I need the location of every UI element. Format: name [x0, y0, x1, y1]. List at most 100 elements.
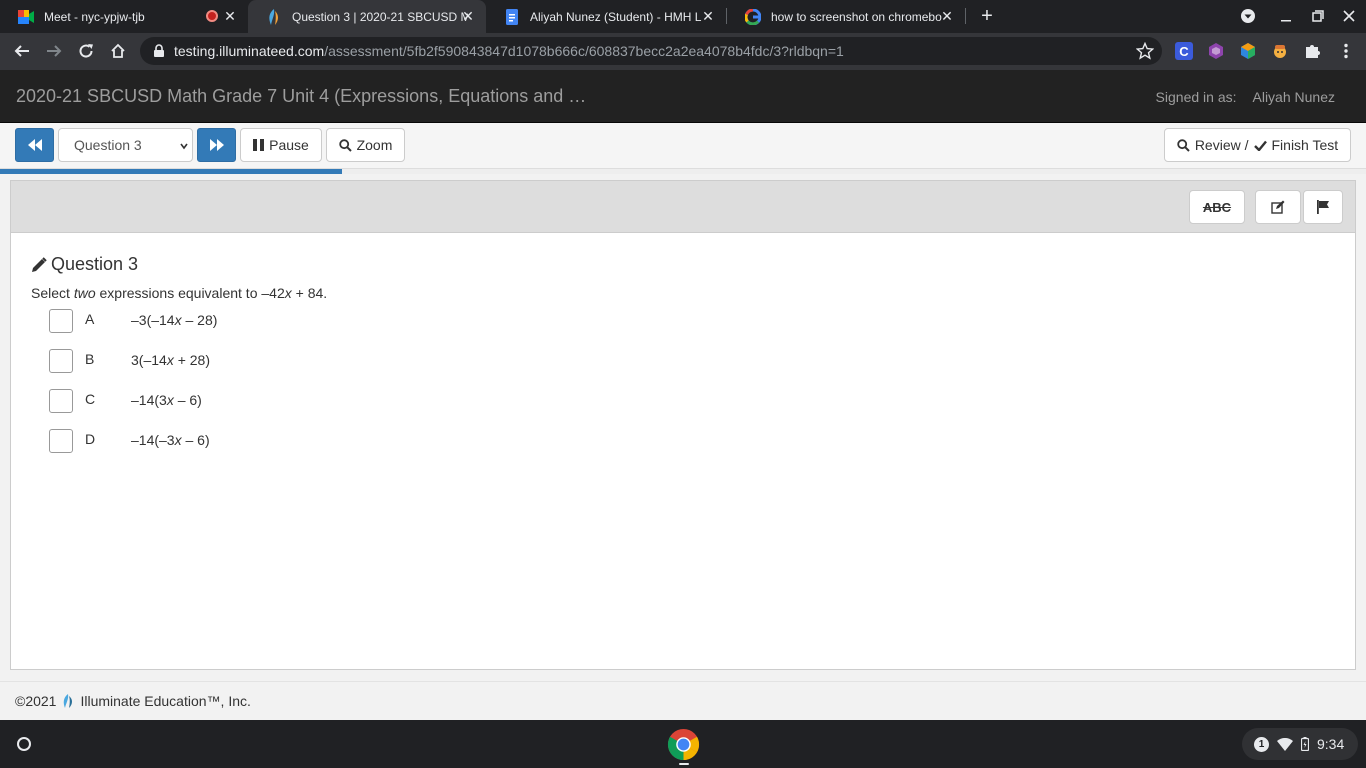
answer-choice-b[interactable]: B 3(–14x + 28) — [49, 349, 449, 375]
tab-meet[interactable]: Meet - nyc-ypjw-tjb ✕ — [0, 0, 248, 33]
search-icon — [1177, 138, 1190, 152]
user-name: Aliyah Nunez — [1252, 89, 1336, 105]
signed-in-info: Signed in as: Aliyah Nunez — [1156, 89, 1335, 105]
flag-question-button[interactable] — [1303, 190, 1343, 224]
app-active-indicator — [679, 763, 689, 765]
review-label: Review / — [1194, 137, 1249, 153]
google-icon — [745, 8, 761, 25]
tab-search-icon[interactable] — [1238, 6, 1258, 26]
choice-letter: D — [85, 431, 96, 447]
tab-title: Question 3 | 2020-21 SBCUSD M — [292, 9, 468, 24]
choice-letter: C — [85, 391, 96, 407]
back-icon[interactable] — [10, 39, 34, 63]
spellcheck-label: ABC — [1202, 199, 1232, 215]
company-name: Illuminate Education™, Inc. — [80, 693, 251, 709]
fast-backward-icon — [27, 139, 42, 151]
bookmark-star-icon[interactable] — [1136, 42, 1154, 60]
zoom-label: Zoom — [356, 137, 393, 153]
previous-question-button[interactable] — [15, 128, 54, 162]
browser-tab-strip: Meet - nyc-ypjw-tjb ✕ Question 3 | 2020-… — [0, 0, 1366, 33]
recording-indicator-icon — [206, 10, 218, 22]
prompt-text: + 84. — [291, 285, 328, 301]
tab-title: Aliyah Nunez (Student) - HMH L — [530, 9, 702, 24]
illuminate-logo-icon — [64, 694, 73, 708]
new-tab-button[interactable]: + — [976, 4, 998, 28]
close-tab-icon[interactable]: ✕ — [700, 8, 716, 24]
svg-text:C: C — [1179, 44, 1189, 59]
signed-in-label: Signed in as: — [1155, 89, 1237, 105]
reload-icon[interactable] — [74, 39, 98, 63]
notepad-button[interactable] — [1255, 190, 1301, 224]
browser-menu-icon[interactable] — [1337, 42, 1355, 60]
url-path: /assessment/5fb2f590843847d1078b666c/608… — [324, 43, 844, 59]
question-heading: Question 3 — [31, 254, 138, 275]
search-icon — [338, 138, 352, 152]
launcher-icon[interactable] — [17, 737, 31, 751]
google-docs-icon — [504, 8, 520, 25]
prompt-text: Select — [31, 285, 74, 301]
assessment-title: 2020-21 SBCUSD Math Grade 7 Unit 4 (Expr… — [16, 86, 587, 106]
zoom-button[interactable]: Zoom — [326, 128, 405, 162]
chrome-app-icon[interactable] — [667, 728, 700, 761]
restore-icon[interactable] — [1308, 6, 1328, 26]
close-tab-icon[interactable]: ✕ — [222, 8, 238, 24]
tab-title: how to screenshot on chromebo — [771, 9, 942, 24]
checkbox[interactable] — [49, 349, 73, 373]
answer-choice-c[interactable]: C –14(3x – 6) — [49, 389, 449, 415]
status-tray[interactable]: 1 9:34 — [1242, 728, 1358, 760]
copyright: ©2021 — [15, 693, 57, 709]
prompt-variable: x — [284, 285, 292, 301]
pause-icon — [253, 139, 265, 151]
choice-letter: A — [85, 311, 95, 327]
extension-c-icon[interactable]: C — [1175, 42, 1193, 60]
extension-cube-icon[interactable] — [1207, 42, 1225, 60]
pencil-icon — [32, 256, 47, 272]
tab-question[interactable]: Question 3 | 2020-21 SBCUSD M ✕ — [248, 0, 486, 33]
fast-forward-icon — [209, 139, 224, 151]
question-title: Question 3 — [51, 254, 139, 274]
home-icon[interactable] — [106, 39, 130, 63]
extensions-puzzle-icon[interactable] — [1303, 42, 1321, 60]
choice-expression: –14(3x – 6) — [131, 392, 202, 408]
url-host: testing.illuminateed.com — [174, 43, 325, 59]
tab-hmh[interactable]: Aliyah Nunez (Student) - HMH L ✕ — [486, 0, 726, 33]
answer-choice-d[interactable]: D –14(–3x – 6) — [49, 429, 449, 455]
pause-button[interactable]: Pause — [240, 128, 322, 162]
close-tab-icon[interactable]: ✕ — [939, 8, 955, 24]
tab-separator — [965, 8, 966, 24]
browser-toolbar: testing.illuminateed.com/assessment/5fb2… — [0, 33, 1366, 70]
google-meet-icon — [18, 9, 34, 25]
illuminate-icon — [266, 8, 282, 25]
close-window-icon[interactable] — [1339, 6, 1359, 26]
close-tab-icon[interactable]: ✕ — [460, 8, 476, 24]
extension-character-icon[interactable] — [1271, 42, 1289, 60]
finish-label: Finish Test — [1271, 137, 1339, 153]
choice-letter: B — [85, 351, 95, 367]
answer-choice-a[interactable]: A –3(–14x – 28) — [49, 309, 449, 335]
question-select[interactable]: Question 3 — [58, 128, 193, 162]
review-finish-button[interactable]: Review / Finish Test — [1164, 128, 1351, 162]
page-footer: ©2021 Illuminate Education™, Inc. — [0, 681, 1366, 720]
choice-expression: 3(–14x + 28) — [131, 352, 211, 368]
checkbox[interactable] — [49, 309, 73, 333]
checkbox[interactable] — [49, 429, 73, 453]
flag-icon — [1316, 200, 1329, 214]
extension-grid-icon[interactable] — [1239, 42, 1257, 60]
address-bar[interactable]: testing.illuminateed.com/assessment/5fb2… — [140, 37, 1162, 65]
minimize-icon[interactable] — [1276, 6, 1296, 26]
wifi-icon — [1277, 737, 1293, 751]
os-shelf: 1 9:34 — [0, 720, 1366, 768]
choice-expression: –14(–3x – 6) — [131, 432, 210, 448]
test-progress-bar — [0, 169, 1366, 174]
lock-icon — [154, 44, 164, 57]
forward-icon[interactable] — [42, 39, 66, 63]
tab-google-search[interactable]: how to screenshot on chromebo ✕ — [727, 0, 965, 33]
question-prompt: Select two expressions equivalent to –42… — [31, 285, 327, 301]
question-tools-bar: ABC — [11, 181, 1355, 233]
edit-note-icon — [1271, 200, 1285, 214]
question-select-value: Question 3 — [74, 137, 142, 153]
checkbox[interactable] — [49, 389, 73, 413]
next-question-button[interactable] — [197, 128, 236, 162]
spellcheck-button[interactable]: ABC — [1189, 190, 1245, 224]
checkmark-icon — [1253, 140, 1267, 151]
